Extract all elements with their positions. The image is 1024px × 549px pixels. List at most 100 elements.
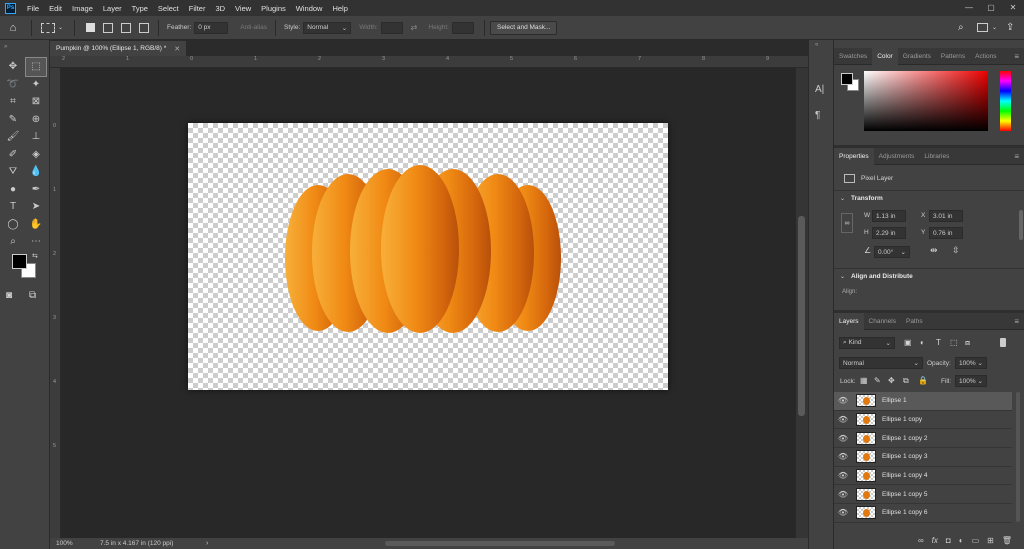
foreground-color[interactable] xyxy=(12,254,27,269)
height-field[interactable]: 2.29 in xyxy=(872,227,906,239)
trash-icon[interactable]: 🗑 xyxy=(1002,536,1012,545)
tab-libraries[interactable]: Libraries xyxy=(919,148,954,165)
vertical-scrollbar[interactable] xyxy=(796,68,808,538)
visibility-eye-icon[interactable]: 👁 xyxy=(834,471,852,480)
maximize-icon[interactable]: ▢ xyxy=(980,0,1002,16)
tab-channels[interactable]: Channels xyxy=(864,313,901,330)
document-info[interactable]: 7.5 in x 4.167 in (120 ppi) xyxy=(100,540,173,547)
close-icon[interactable]: ✕ xyxy=(1002,0,1024,16)
crop-tool-icon[interactable]: ⌗ xyxy=(3,93,23,111)
dodge-tool-icon[interactable]: ● xyxy=(3,181,23,199)
add-selection-icon[interactable] xyxy=(103,22,114,33)
visibility-eye-icon[interactable]: 👁 xyxy=(834,434,852,443)
collapse-panels-icon[interactable]: « xyxy=(815,42,818,48)
menu-type[interactable]: Type xyxy=(127,4,153,13)
layer-filter-select[interactable]: ⌕ Kind ⌄ xyxy=(839,337,895,349)
visibility-eye-icon[interactable]: 👁 xyxy=(834,415,852,424)
layer-row[interactable]: 👁 Ellipse 1 copy xyxy=(834,411,1012,430)
menu-3d[interactable]: 3D xyxy=(210,4,230,13)
panel-menu-icon[interactable]: ≡ xyxy=(1009,313,1024,330)
chevron-down-icon[interactable]: ⌄ xyxy=(840,195,845,202)
menu-layer[interactable]: Layer xyxy=(98,4,127,13)
opacity-input[interactable]: 100% ⌄ xyxy=(955,357,987,369)
lock-position-icon[interactable]: ✥ xyxy=(888,376,895,385)
menu-file[interactable]: File xyxy=(22,4,44,13)
menu-plugins[interactable]: Plugins xyxy=(256,4,291,13)
home-icon[interactable]: ⌂ xyxy=(0,22,26,34)
chevron-down-icon[interactable]: ⌄ xyxy=(992,24,997,31)
healing-brush-icon[interactable]: ⊕ xyxy=(26,111,46,129)
tab-swatches[interactable]: Swatches xyxy=(834,48,872,65)
blend-mode-select[interactable]: Normal ⌄ xyxy=(839,357,923,369)
y-field[interactable]: 0.76 in xyxy=(929,227,963,239)
rectangular-marquee-icon[interactable] xyxy=(41,22,55,33)
select-and-mask-button[interactable]: Select and Mask... xyxy=(489,20,558,35)
tab-properties[interactable]: Properties xyxy=(834,147,874,165)
lock-all-icon[interactable]: 🔒 xyxy=(918,376,928,385)
visibility-eye-icon[interactable]: 👁 xyxy=(834,490,852,499)
workspace-icon[interactable] xyxy=(977,23,988,32)
panel-menu-icon[interactable]: ≡ xyxy=(1009,148,1024,165)
horizontal-scrollbar[interactable] xyxy=(385,541,615,546)
color-picker-field[interactable] xyxy=(864,71,988,131)
tab-patterns[interactable]: Patterns xyxy=(936,48,970,65)
layer-row[interactable]: 👁 Ellipse 1 copy 6 xyxy=(834,504,1012,523)
menu-view[interactable]: View xyxy=(230,4,256,13)
link-proportions-icon[interactable]: ∞ xyxy=(841,213,853,233)
filter-adjustment-icon[interactable]: ◐ xyxy=(920,338,925,347)
hue-slider[interactable] xyxy=(1000,71,1011,131)
eyedropper-tool-icon[interactable]: ✎ xyxy=(3,111,23,129)
height-input[interactable] xyxy=(451,21,474,34)
document-canvas[interactable] xyxy=(188,123,668,390)
paint-bucket-icon[interactable]: ⛛ xyxy=(3,163,23,181)
layer-row[interactable]: 👁 Ellipse 1 copy 4 xyxy=(834,467,1012,486)
ellipse-tool-icon[interactable]: ◯ xyxy=(3,216,23,234)
minimize-icon[interactable]: — xyxy=(958,0,980,16)
menu-window[interactable]: Window xyxy=(291,4,328,13)
color-swatches[interactable]: ⇆ xyxy=(10,252,40,282)
x-field[interactable]: 3.01 in xyxy=(929,210,963,222)
filter-toggle-icon[interactable] xyxy=(1000,338,1006,347)
zoom-level[interactable]: 100% xyxy=(56,540,92,547)
tab-color[interactable]: Color xyxy=(872,47,898,65)
type-tool-icon[interactable]: T xyxy=(3,198,23,216)
marquee-tool-icon[interactable]: ⬚ xyxy=(25,57,47,77)
screen-mode-icon[interactable]: ⧉ xyxy=(29,290,36,301)
menu-filter[interactable]: Filter xyxy=(184,4,211,13)
visibility-eye-icon[interactable]: 👁 xyxy=(834,452,852,461)
new-layer-icon[interactable]: ⊞ xyxy=(987,536,994,545)
quick-mask-icon[interactable]: ◙ xyxy=(6,290,12,301)
filter-smart-object-icon[interactable]: ⧈ xyxy=(965,338,970,348)
menu-edit[interactable]: Edit xyxy=(44,4,67,13)
frame-tool-icon[interactable]: ⊠ xyxy=(26,93,46,111)
width-input[interactable] xyxy=(380,21,403,34)
color-fg-swatch[interactable] xyxy=(841,73,853,85)
scroll-indicator[interactable] xyxy=(1019,210,1023,240)
tab-adjustments[interactable]: Adjustments xyxy=(874,148,920,165)
menu-select[interactable]: Select xyxy=(153,4,184,13)
pen-tool-icon[interactable]: ✒ xyxy=(26,181,46,199)
visibility-eye-icon[interactable]: 👁 xyxy=(834,396,852,405)
layer-row[interactable]: 👁 Ellipse 1 copy 5 xyxy=(834,486,1012,504)
layer-row[interactable]: 👁 Ellipse 1 xyxy=(834,392,1012,411)
filter-shape-icon[interactable]: ⬚ xyxy=(950,338,958,347)
subtract-selection-icon[interactable] xyxy=(121,22,132,33)
lock-image-icon[interactable]: ✎ xyxy=(874,376,881,385)
path-selection-icon[interactable]: ➤ xyxy=(26,198,46,216)
mask-icon[interactable]: ◘ xyxy=(946,536,951,545)
magic-wand-icon[interactable]: ✦ xyxy=(26,76,46,94)
adjustment-icon[interactable]: ◐ xyxy=(959,536,964,545)
flip-horizontal-icon[interactable]: ⇹ xyxy=(930,245,938,256)
flip-vertical-icon[interactable]: ⇳ xyxy=(952,245,960,256)
history-brush-icon[interactable]: ✐ xyxy=(3,146,23,164)
eraser-tool-icon[interactable]: ◈ xyxy=(26,146,46,164)
layers-scrollbar[interactable] xyxy=(1016,392,1020,522)
anti-alias-checkbox[interactable]: Anti-alias xyxy=(240,24,267,31)
style-select[interactable]: Normal ⌄ xyxy=(303,21,352,34)
tab-gradients[interactable]: Gradients xyxy=(898,48,936,65)
new-selection-icon[interactable] xyxy=(86,23,96,32)
move-tool-icon[interactable]: ✥ xyxy=(3,58,23,76)
brush-tool-icon[interactable]: 🖌 xyxy=(3,128,23,146)
width-field[interactable]: 1.13 in xyxy=(872,210,906,222)
lasso-tool-icon[interactable]: ➰ xyxy=(3,76,23,94)
